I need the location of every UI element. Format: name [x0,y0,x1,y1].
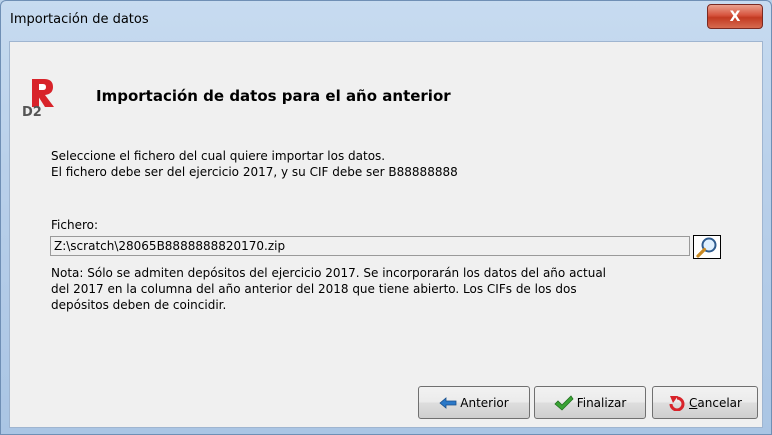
close-button[interactable]: X [707,4,763,29]
instruction-line-2: El fichero debe ser del ejercicio 2017, … [51,165,458,179]
window-title: Importación de datos [10,12,149,27]
instructions: Seleccione el fichero del cual quiere im… [51,148,458,180]
cancelar-button[interactable]: Cancelar [652,386,758,419]
browse-button[interactable] [693,235,721,259]
finalizar-label: Finalizar [576,395,627,410]
page-title: Importación de datos para el año anterio… [96,87,451,105]
file-path-input[interactable] [50,236,690,256]
magnifier-icon [696,237,717,258]
svg-text:D2: D2 [22,105,42,117]
dialog-body: D2 Importación de datos para el año ante… [9,41,763,428]
checkmark-icon [554,394,574,411]
finalizar-button[interactable]: Finalizar [534,386,646,419]
close-icon: X [729,8,741,25]
cancel-undo-icon [669,395,685,411]
header-panel: D2 Importación de datos para el año ante… [10,42,762,134]
d2-logo-icon: D2 [22,79,56,120]
note-line-2: del 2017 en la columna del año anterior … [51,282,577,296]
anterior-label: Anterior [460,395,509,410]
dialog-window: Importación de datos X D2 Importación de… [0,0,772,435]
arrow-left-icon [439,396,457,409]
file-field-label: Fichero: [51,218,99,232]
note-text: Nota: Sólo se admiten depósitos del ejer… [51,265,741,313]
title-bar[interactable]: Importación de datos X [1,1,771,41]
note-line-1: Nota: Sólo se admiten depósitos del ejer… [51,266,607,280]
cancelar-label: Cancelar [689,395,742,410]
anterior-button[interactable]: Anterior [418,386,530,419]
instruction-line-1: Seleccione el fichero del cual quiere im… [51,149,386,163]
note-line-3: depósitos deben de coincidir. [51,298,227,312]
